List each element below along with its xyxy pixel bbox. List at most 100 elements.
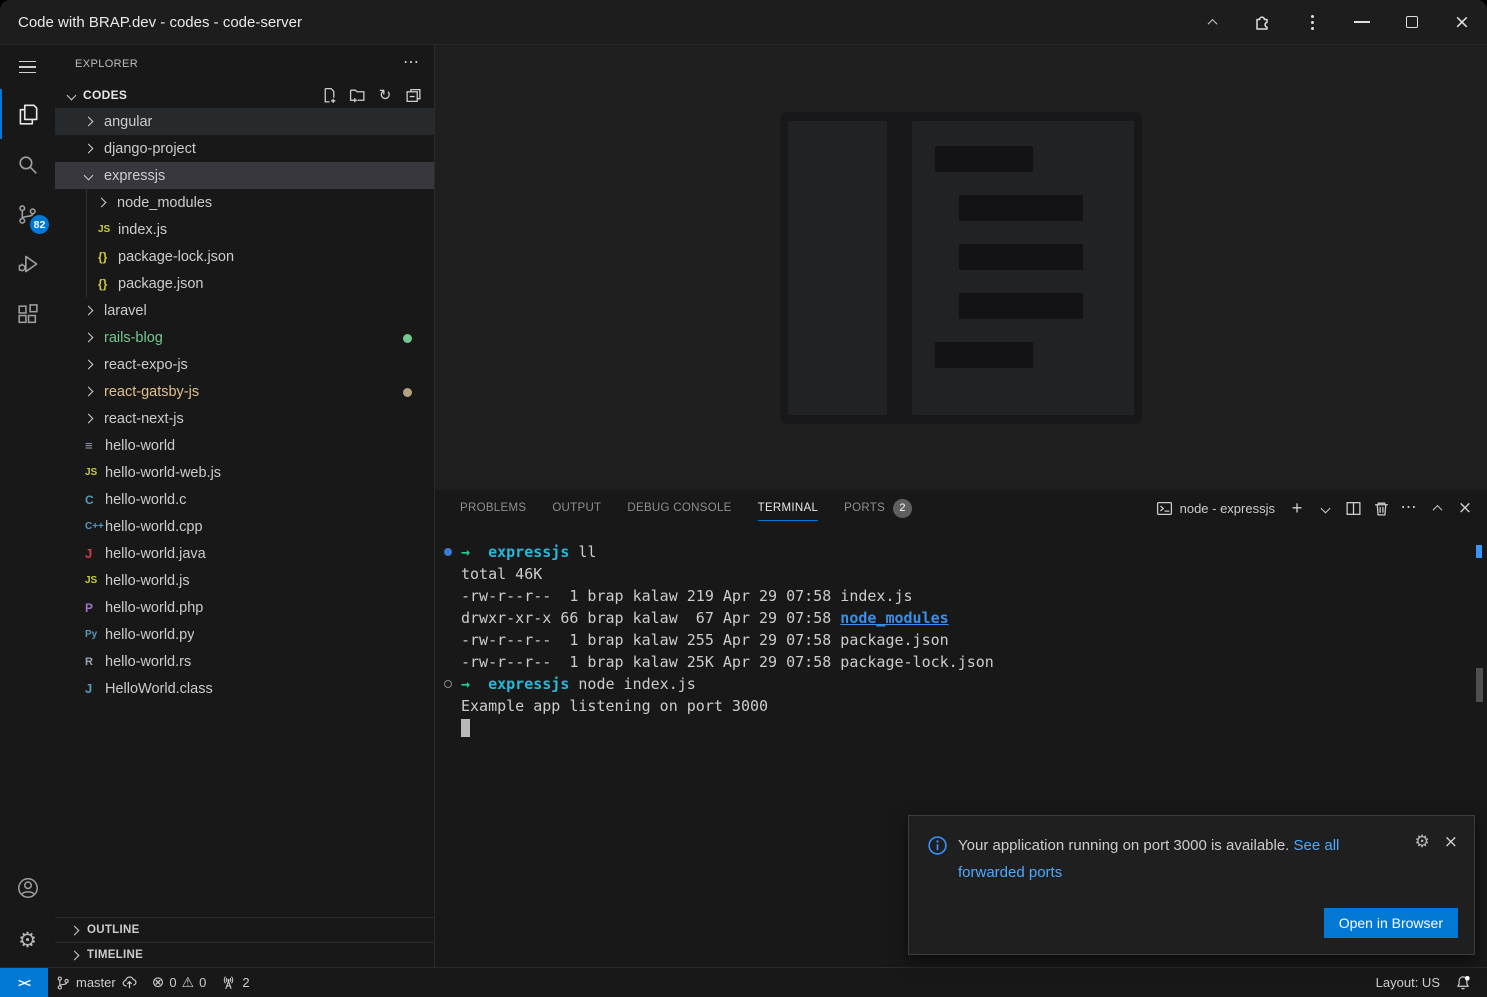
panel-more-actions-button[interactable]: ⋯ bbox=[1397, 496, 1421, 520]
open-in-browser-button[interactable]: Open in Browser bbox=[1324, 908, 1458, 938]
tree-item-hello-world-java[interactable]: Jhello-world.java bbox=[55, 540, 434, 567]
close-panel-button[interactable]: × bbox=[1453, 496, 1477, 520]
chevron-down-icon bbox=[67, 90, 77, 100]
menu-button[interactable] bbox=[0, 45, 55, 89]
tab-terminal[interactable]: TERMINAL bbox=[745, 490, 832, 526]
chevron-right-icon bbox=[70, 950, 80, 960]
tree-item-index-js[interactable]: JSindex.js bbox=[55, 216, 434, 243]
notifications-bell[interactable] bbox=[1447, 974, 1479, 992]
keyboard-layout-item[interactable]: Layout: US bbox=[1369, 975, 1447, 990]
terminal-line: Example app listening on port 3000 bbox=[461, 695, 1457, 717]
tree-item-package-json[interactable]: {}package.json bbox=[55, 270, 434, 297]
refresh-button[interactable]: ↻ bbox=[374, 84, 396, 106]
tree-item-label: hello-world.js bbox=[105, 573, 190, 589]
browser-extensions-button[interactable] bbox=[1237, 0, 1287, 44]
c-file-icon: C bbox=[85, 493, 105, 507]
activity-search[interactable] bbox=[0, 139, 55, 189]
activity-explorer[interactable] bbox=[0, 89, 55, 139]
radio-tower-icon bbox=[220, 974, 237, 991]
browser-hide-toolbar-button[interactable] bbox=[1187, 0, 1237, 44]
account-button[interactable] bbox=[0, 863, 55, 913]
notification-settings-gear-icon[interactable]: ⚙ bbox=[1415, 834, 1430, 851]
browser-menu-button[interactable] bbox=[1287, 0, 1337, 44]
tree-item-helloworld-class[interactable]: JHelloWorld.class bbox=[55, 675, 434, 702]
terminal-line: -rw-r--r-- 1 brap kalaw 219 Apr 29 07:58… bbox=[461, 585, 1457, 607]
terminal-picker-label: node - expressjs bbox=[1180, 501, 1275, 516]
maximize-panel-button[interactable] bbox=[1425, 496, 1449, 520]
notification-close-icon[interactable]: × bbox=[1444, 834, 1458, 851]
explorer-sidebar: EXPLORER ⋯ CODES ↻ angulardjango-project… bbox=[55, 45, 435, 967]
tree-item-laravel[interactable]: laravel bbox=[55, 297, 434, 324]
terminal-actions: node - expressjs + ⋯ × bbox=[1150, 490, 1477, 526]
tree-item-hello-world-cpp[interactable]: C++hello-world.cpp bbox=[55, 513, 434, 540]
forwarded-ports-item[interactable]: 2 bbox=[213, 968, 256, 997]
tree-item-angular[interactable]: angular bbox=[55, 108, 434, 135]
tree-item-django-project[interactable]: django-project bbox=[55, 135, 434, 162]
tree-item-rails-blog[interactable]: rails-blog bbox=[55, 324, 434, 351]
activity-bar: 82 ⚙ bbox=[0, 45, 55, 967]
window-close-button[interactable]: × bbox=[1437, 0, 1487, 44]
watermark-left-panel bbox=[788, 121, 887, 415]
terminal-dropdown-button[interactable] bbox=[1313, 496, 1337, 520]
terminal-picker[interactable]: node - expressjs bbox=[1150, 500, 1281, 517]
tree-item-react-next-js[interactable]: react-next-js bbox=[55, 405, 434, 432]
tree-item-hello-world-py[interactable]: Pyhello-world.py bbox=[55, 621, 434, 648]
tree-item-label: expressjs bbox=[104, 168, 165, 184]
minimize-icon bbox=[1354, 21, 1370, 23]
tree-item-hello-world-c[interactable]: Chello-world.c bbox=[55, 486, 434, 513]
tab-debug-console[interactable]: DEBUG CONSOLE bbox=[614, 490, 744, 526]
workspace-section-header[interactable]: CODES ↻ bbox=[55, 82, 434, 108]
window-maximize-button[interactable] bbox=[1387, 0, 1437, 44]
tree-item-label: hello-world-web.js bbox=[105, 465, 221, 481]
terminal-overview-ruler-mark bbox=[1476, 545, 1482, 558]
tree-item-expressjs[interactable]: expressjs bbox=[55, 162, 434, 189]
new-folder-button[interactable] bbox=[346, 84, 368, 106]
new-terminal-button[interactable]: + bbox=[1285, 496, 1309, 520]
more-actions-icon[interactable]: ⋯ bbox=[403, 60, 420, 66]
split-terminal-button[interactable] bbox=[1341, 496, 1365, 520]
notification-toast: Your application running on port 3000 is… bbox=[908, 815, 1475, 955]
tree-item-hello-world-js[interactable]: JShello-world.js bbox=[55, 567, 434, 594]
tab-problems[interactable]: PROBLEMS bbox=[447, 490, 539, 526]
indent-guide bbox=[86, 270, 87, 297]
tree-item-react-expo-js[interactable]: react-expo-js bbox=[55, 351, 434, 378]
tab-ports[interactable]: PORTS2 bbox=[831, 490, 925, 526]
chevron-right-icon bbox=[84, 360, 94, 370]
tab-label: DEBUG CONSOLE bbox=[627, 502, 731, 514]
settings-button[interactable]: ⚙ bbox=[0, 913, 55, 967]
tab-output[interactable]: OUTPUT bbox=[539, 490, 614, 526]
tree-item-hello-world-rs[interactable]: Rhello-world.rs bbox=[55, 648, 434, 675]
tree-item-hello-world[interactable]: ≡hello-world bbox=[55, 432, 434, 459]
tree-item-hello-world-php[interactable]: Phello-world.php bbox=[55, 594, 434, 621]
collapse-all-button[interactable] bbox=[402, 84, 424, 106]
timeline-section[interactable]: TIMELINE bbox=[55, 942, 434, 967]
new-file-button[interactable] bbox=[318, 84, 340, 106]
activity-extensions[interactable] bbox=[0, 289, 55, 339]
window-minimize-button[interactable] bbox=[1337, 0, 1387, 44]
editor-area[interactable] bbox=[435, 45, 1487, 490]
tree-item-node-modules[interactable]: node_modules bbox=[55, 189, 434, 216]
activity-source-control[interactable]: 82 bbox=[0, 189, 55, 239]
chevron-right-icon bbox=[97, 198, 107, 208]
sidebar-title: EXPLORER bbox=[75, 58, 403, 70]
tree-item-react-gatsby-js[interactable]: react-gatsby-js bbox=[55, 378, 434, 405]
file-tree: angulardjango-project expressjs node_modul… bbox=[55, 108, 434, 702]
json-file-icon: {} bbox=[98, 250, 118, 264]
tree-item-hello-world-web-js[interactable]: JShello-world-web.js bbox=[55, 459, 434, 486]
problems-item[interactable]: ⊗ 0 ⚠ 0 bbox=[145, 968, 214, 997]
remote-indicator[interactable]: >< bbox=[0, 968, 48, 997]
kill-terminal-button[interactable] bbox=[1369, 496, 1393, 520]
tree-item-label: react-next-js bbox=[104, 411, 184, 427]
tree-item-label: index.js bbox=[118, 222, 167, 238]
activity-run-debug[interactable] bbox=[0, 239, 55, 289]
command-decoration-outline[interactable] bbox=[444, 680, 452, 688]
terminal-scrollbar[interactable] bbox=[1476, 668, 1483, 702]
command-decoration-filled[interactable] bbox=[444, 548, 452, 556]
outline-section[interactable]: OUTLINE bbox=[55, 917, 434, 942]
terminal-line bbox=[461, 717, 1457, 739]
git-branch-item[interactable]: master bbox=[48, 968, 145, 997]
tree-item-label: hello-world bbox=[105, 438, 175, 454]
trash-icon bbox=[1373, 500, 1390, 517]
tree-item-package-lock-json[interactable]: {}package-lock.json bbox=[55, 243, 434, 270]
terminal-line: → expressjs node index.js bbox=[461, 673, 1457, 695]
